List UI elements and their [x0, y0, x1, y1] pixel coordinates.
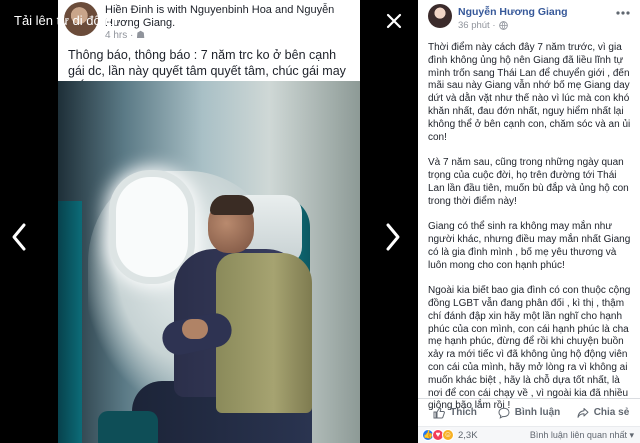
globe-icon	[498, 21, 508, 30]
like-icon	[433, 406, 446, 418]
post-paragraph: Giang có thể sinh ra không may mắn như n…	[428, 221, 631, 271]
like-button[interactable]: Thích	[418, 406, 492, 419]
people-icon: ☗	[136, 30, 146, 41]
post-time[interactable]: 36 phút ·	[458, 20, 496, 31]
like-label: Thích	[450, 407, 477, 418]
airplane-window	[116, 177, 188, 277]
photo-post-time: 4 hrs · ☗	[105, 30, 145, 41]
photo-post-text: Thông báo, thông báo : 7 năm trc ko ở bê…	[58, 43, 360, 94]
share-button[interactable]: Chia sẻ	[566, 407, 640, 419]
post-paragraph: Và 7 năm sau, cũng trong những ngày quan…	[428, 157, 629, 207]
post-body: Thời điểm này cách đây 7 năm trước, vì g…	[428, 42, 634, 426]
haha-reaction-icon: ☺	[442, 429, 454, 441]
post-photo: Hiền Đinh is with Nguyenbinh Hoa and Ngu…	[58, 0, 360, 443]
chevron-right-icon[interactable]	[384, 222, 402, 252]
reaction-count[interactable]: 2,3K	[458, 430, 478, 441]
reactions-bar: 👍 ♥ ☺ 2,3K Bình luận liên quan nhất ▾	[418, 426, 640, 443]
photo-post-time-text: 4 hrs ·	[105, 30, 137, 41]
comment-icon	[498, 407, 510, 419]
post-header: Nguyễn Hương Giang 36 phút ·	[418, 0, 640, 34]
post-panel: Nguyễn Hương Giang 36 phút · Thời điểm n…	[418, 0, 640, 443]
share-label: Chia sẻ	[593, 407, 630, 418]
photo-author-line: Hiền Đinh is with Nguyenbinh Hoa and Ngu…	[105, 4, 335, 29]
viewer-title: Tải lên từ di động	[14, 13, 116, 28]
more-icon[interactable]	[614, 8, 632, 18]
close-icon[interactable]	[384, 11, 404, 31]
author-name[interactable]: Nguyễn Hương Giang	[458, 6, 568, 18]
photo-viewer: Tải lên từ di động Hiền Đinh is with Ngu…	[0, 0, 418, 443]
airplane-cabin-scene	[58, 81, 360, 443]
comments-filter[interactable]: Bình luận liên quan nhất ▾	[530, 430, 634, 441]
share-icon	[577, 407, 589, 418]
comment-button[interactable]: Bình luận	[492, 407, 566, 419]
post-paragraph: Ngoài kia biết bao gia đình có con thuộc…	[428, 285, 631, 412]
avatar[interactable]	[428, 4, 452, 28]
post-paragraph: Thời điểm này cách đây 7 năm trước, vì g…	[428, 42, 631, 143]
post-actions: Thích Bình luận Chia sẻ	[418, 398, 640, 426]
chevron-left-icon[interactable]	[10, 222, 28, 252]
post-meta: 36 phút ·	[458, 20, 508, 31]
comment-label: Bình luận	[514, 407, 561, 418]
